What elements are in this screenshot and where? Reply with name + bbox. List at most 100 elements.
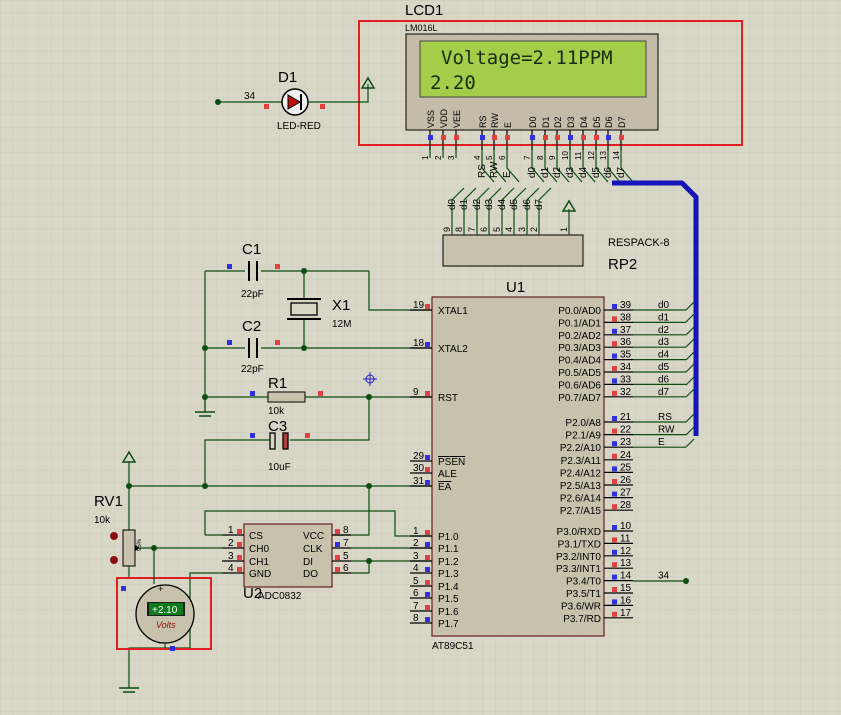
junction: [301, 345, 307, 351]
lcd-pin-number: 2: [434, 155, 443, 160]
mcu-pin-number: 27: [620, 488, 632, 499]
voltmeter-plus-icon: +: [158, 584, 163, 594]
mcu-pin-name: P3.6/WR: [561, 601, 601, 612]
mcu-pin-name: XTAL1: [438, 306, 468, 317]
rv1-ref: RV1: [94, 493, 123, 510]
pin-marker: [335, 529, 340, 534]
c3-ref: C3: [268, 418, 287, 435]
lcd-net-label: E: [502, 171, 513, 178]
lcd-pin-number: 3: [447, 155, 456, 160]
respack-net-label: d5: [509, 198, 520, 210]
mcu-pin-number: 18: [413, 338, 425, 349]
mcu-pin-name: PSEN: [438, 457, 465, 468]
pin-marker: [612, 549, 617, 555]
led-junction: [215, 99, 221, 105]
respack-pin-number: 3: [517, 227, 527, 232]
respack-net-label: d4: [497, 198, 508, 210]
mcu-pin-name: P3.3/INT1: [556, 564, 601, 575]
mcu-pin-number: 19: [413, 300, 425, 311]
pin-marker: [275, 340, 280, 345]
adc-pin-name: GND: [249, 569, 271, 580]
mcu-pin-number: 1: [413, 526, 419, 537]
junction: [202, 345, 208, 351]
mcu-pin-number: 17: [620, 608, 632, 619]
c2-value: 22pF: [241, 364, 264, 375]
pin-marker: [425, 455, 430, 460]
mcu-net-label: d7: [658, 387, 670, 398]
pin-marker: [425, 542, 430, 547]
pin-marker: [612, 341, 617, 347]
lcd-net-label: d3: [565, 166, 576, 178]
mcu-pin-number: 9: [413, 387, 419, 398]
schematic-canvas[interactable]: LCD1 LM016L Voltage=2.11PPM 2.20 VSS 1 VDD…: [0, 0, 841, 715]
mcu-ref: U1: [506, 279, 525, 296]
pin-marker: [250, 391, 255, 396]
rv1-value: 10k: [94, 515, 111, 526]
lcd-net-label: d2: [552, 166, 563, 178]
pin-marker: [170, 646, 175, 651]
x1-value: 12M: [332, 319, 351, 330]
mcu-pin-name: P1.7: [438, 619, 459, 630]
adc-pin-number: 1: [228, 525, 234, 536]
lcd-pin-number: 5: [485, 155, 494, 160]
lcd-net-label: d1: [540, 166, 551, 178]
adc-pin-number: 8: [343, 525, 349, 536]
lcd-net-label: d7: [616, 166, 627, 178]
mcu-pin-number: 15: [620, 583, 632, 594]
mcu-pin-number: 10: [620, 521, 632, 532]
respack-net-label: d1: [459, 198, 470, 210]
mcu-net-label: d6: [658, 374, 670, 385]
lcd-pin-name: VSS: [426, 110, 436, 128]
c3-value: 10uF: [268, 462, 291, 473]
lcd-pin-number: 12: [587, 151, 596, 160]
mcu-pin-name: P3.2/INT0: [556, 552, 601, 563]
mcu-pin-name: P1.1: [438, 544, 459, 555]
rv1-button-down-icon[interactable]: [110, 556, 118, 564]
mcu-pin-number: 33: [620, 374, 632, 385]
mcu-pin-number: 35: [620, 350, 632, 361]
lcd-pin-number: 4: [473, 155, 482, 160]
lcd-pin-number: 11: [574, 151, 583, 160]
junction: [683, 578, 689, 584]
lcd-pin-number: 7: [523, 155, 532, 160]
pin-marker: [335, 542, 340, 547]
junction: [202, 483, 208, 489]
pin-marker: [425, 467, 430, 472]
pin-marker: [227, 340, 232, 345]
pin-marker: [275, 264, 280, 269]
mcu-pin-name: ALE: [438, 469, 457, 480]
lcd-net-label: d0: [527, 166, 538, 178]
pin-marker: [237, 542, 242, 547]
rv1-button-up-icon[interactable]: [110, 532, 118, 540]
mcu-pin-name: P0.5/AD5: [558, 368, 601, 379]
mcu-pin-number: 12: [620, 546, 632, 557]
pin-marker: [425, 592, 430, 597]
mcu-pin-number: 3: [413, 551, 419, 562]
lcd-pin-name: VEE: [452, 110, 462, 128]
lcd-pin-name: VDD: [439, 108, 449, 128]
mcu-model: AT89C51: [432, 641, 474, 652]
mcu-net-label: d5: [658, 362, 670, 373]
pin-marker: [425, 530, 430, 535]
mcu-pin-number: 38: [620, 312, 632, 323]
respack-pin-number: 5: [492, 227, 502, 232]
mcu-pin-name: RST: [438, 393, 458, 404]
pin-marker: [425, 605, 430, 610]
voltmeter-minus-icon: −: [158, 638, 163, 648]
pin-marker: [612, 491, 617, 497]
mcu-pin-name: P0.2/AD2: [558, 331, 601, 342]
mcu-pin-name: P2.1/A9: [565, 431, 601, 442]
pin-marker: [568, 135, 573, 140]
mcu-pin-name: P1.0: [438, 532, 459, 543]
mcu-pin-name: P0.1/AD1: [558, 318, 601, 329]
pin-marker: [612, 466, 617, 472]
mcu-pin-name: P1.4: [438, 582, 459, 593]
mcu-pin-name: P3.4/T0: [566, 577, 601, 588]
mcu-pin-number: 23: [620, 437, 632, 448]
led-pin-marker: [264, 104, 269, 109]
mcu-pin-number: 2: [413, 538, 419, 549]
lcd-pin-number: 14: [612, 151, 621, 160]
adc-pin-number: 3: [228, 551, 234, 562]
pin-marker: [612, 574, 617, 580]
lcd-pin-name: D3: [566, 116, 576, 128]
